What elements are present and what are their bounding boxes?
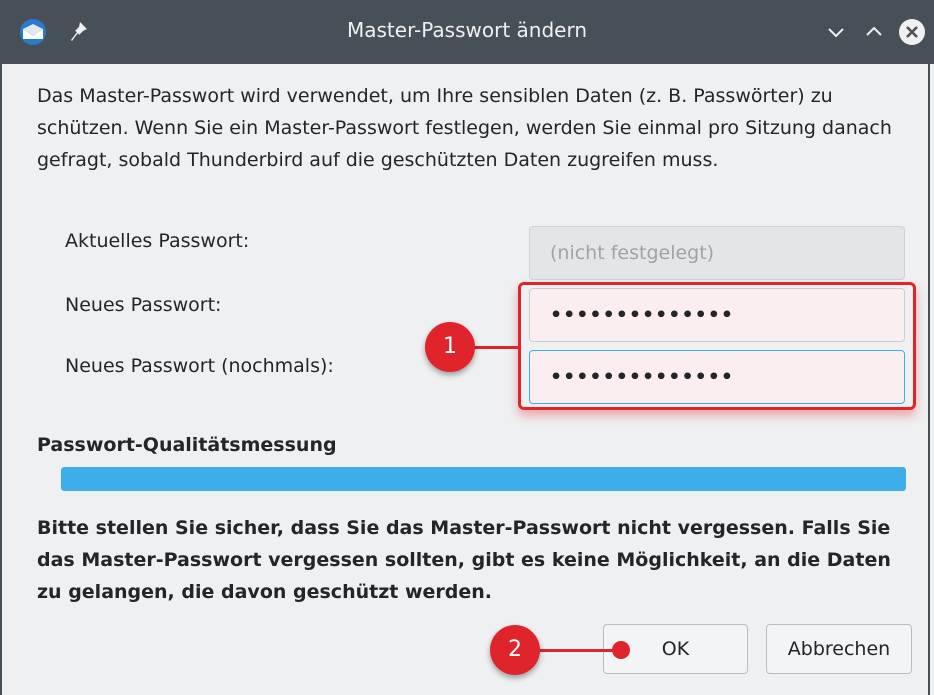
- warning-text: Bitte stellen Sie sicher, dass Sie das M…: [37, 517, 891, 603]
- cancel-button[interactable]: Abbrechen: [766, 624, 912, 674]
- quality-meter: [61, 467, 906, 491]
- close-icon[interactable]: [898, 18, 926, 46]
- quality-heading: Passwort-Qualitätsmessung: [37, 434, 337, 456]
- callout-badge-2: 2: [490, 625, 540, 675]
- callout-connector-2: [538, 649, 620, 652]
- callout-connector-1: [470, 346, 520, 349]
- current-password-label: Aktuelles Passwort:: [65, 230, 250, 252]
- quality-meter-fill: [61, 467, 906, 491]
- new-password-label: Neues Passwort:: [65, 294, 222, 316]
- callout-badge-1: 1: [425, 322, 475, 372]
- window-title: Master-Passwort ändern: [347, 18, 587, 42]
- title-bar[interactable]: Master-Passwort ändern: [0, 0, 934, 64]
- minimize-icon[interactable]: [822, 18, 850, 46]
- description-text: Das Master-Passwort wird verwendet, um I…: [37, 85, 892, 171]
- current-password-field: (nicht festgelegt): [529, 226, 905, 280]
- callout-pointer-dot: [612, 641, 630, 659]
- maximize-icon[interactable]: [860, 18, 888, 46]
- callout-highlight-box: [518, 282, 916, 410]
- confirm-password-label: Neues Passwort (nochmals):: [65, 355, 334, 377]
